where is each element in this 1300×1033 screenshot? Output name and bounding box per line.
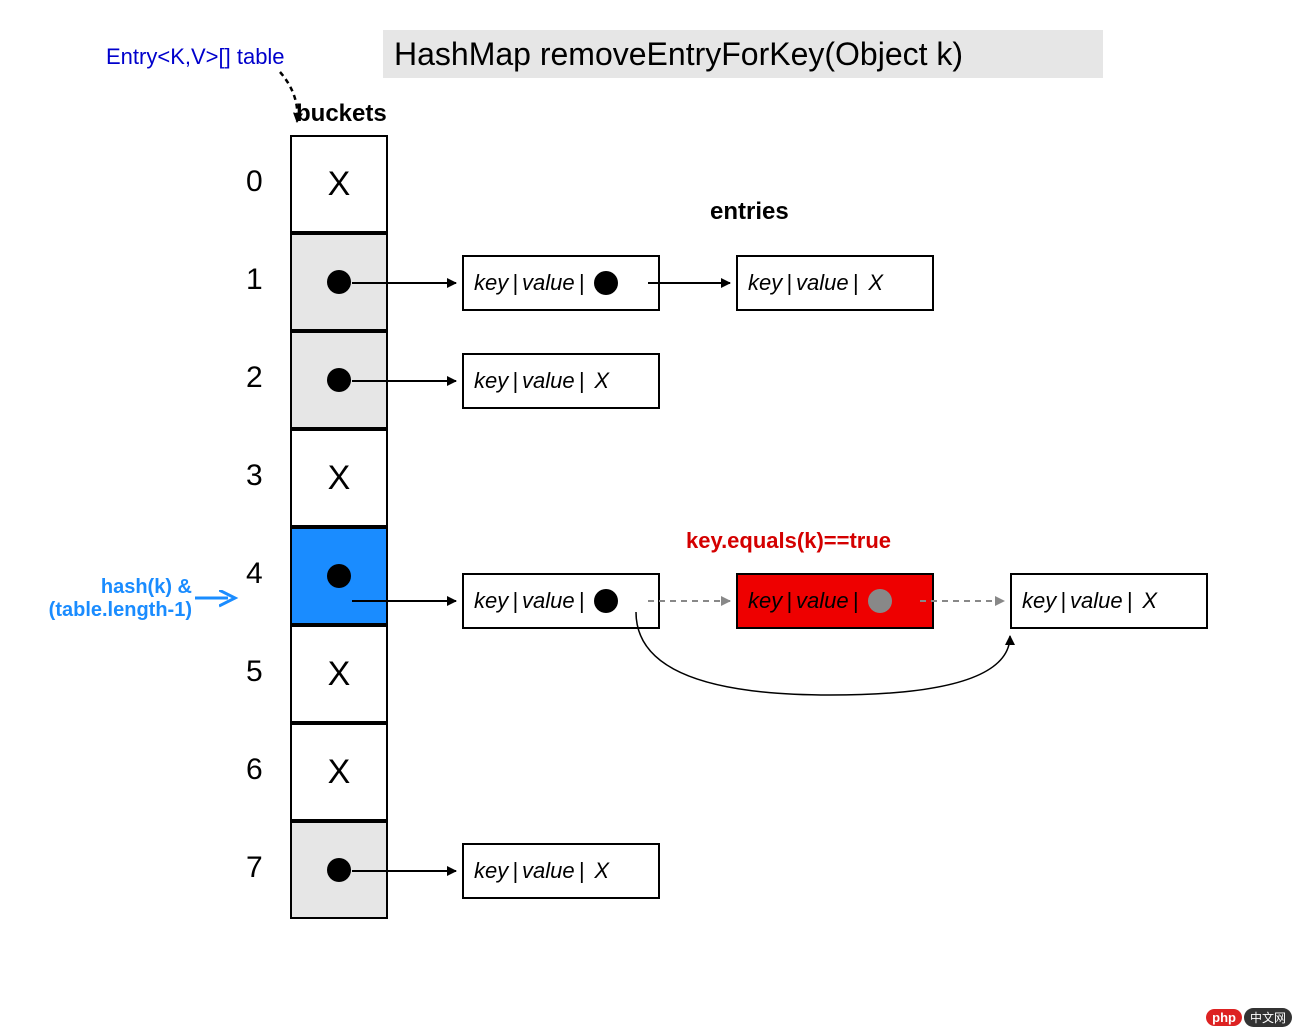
entry-node: key| value| X xyxy=(736,255,934,311)
entry-null: X xyxy=(868,270,883,296)
bucket-1 xyxy=(290,233,388,331)
entry-key: key xyxy=(474,270,508,296)
watermark-php: php xyxy=(1206,1009,1242,1026)
hash-line2: (table.length-1) xyxy=(49,599,192,621)
entry-node: key| value| xyxy=(462,255,660,311)
pointer-dot xyxy=(327,564,351,588)
next-pointer-dot xyxy=(594,271,618,295)
bucket-index-5: 5 xyxy=(246,655,263,689)
hash-formula-label: hash(k) & (table.length-1) xyxy=(42,576,192,622)
bucket-content: X xyxy=(328,753,351,792)
next-pointer-dot xyxy=(868,589,892,613)
diagram-title: HashMap removeEntryForKey(Object k) xyxy=(394,36,963,73)
bucket-index-7: 7 xyxy=(246,851,263,885)
entries-label: entries xyxy=(710,198,789,226)
bucket-6: X xyxy=(290,723,388,821)
bucket-2 xyxy=(290,331,388,429)
bucket-content: X xyxy=(328,165,351,204)
entry-key: key xyxy=(474,858,508,884)
entry-key: key xyxy=(474,368,508,394)
equals-label: key.equals(k)==true xyxy=(686,528,891,554)
bucket-index-0: 0 xyxy=(246,165,263,199)
bucket-index-6: 6 xyxy=(246,753,263,787)
bucket-content: X xyxy=(328,459,351,498)
entry-node: key| value| X xyxy=(462,353,660,409)
entry-null: X xyxy=(594,858,609,884)
bucket-index-3: 3 xyxy=(246,459,263,493)
entry-node: key| value| xyxy=(462,573,660,629)
bucket-content: X xyxy=(328,655,351,694)
entry-node: key| value| X xyxy=(462,843,660,899)
table-type-label: Entry<K,V>[] table xyxy=(106,44,285,70)
pointer-dot xyxy=(327,368,351,392)
entry-key: key xyxy=(748,270,782,296)
bucket-0: X xyxy=(290,135,388,233)
bucket-index-1: 1 xyxy=(246,263,263,297)
entry-value: value xyxy=(522,858,575,884)
bucket-index-2: 2 xyxy=(246,361,263,395)
entry-value: value xyxy=(796,588,849,614)
buckets-label: buckets xyxy=(296,100,387,128)
entry-value: value xyxy=(522,270,575,296)
entry-key: key xyxy=(748,588,782,614)
bucket-index-4: 4 xyxy=(246,557,263,591)
entry-node: key| value| X xyxy=(1010,573,1208,629)
watermark-cn: 中文网 xyxy=(1244,1008,1292,1027)
entry-null: X xyxy=(1142,588,1157,614)
entry-key: key xyxy=(1022,588,1056,614)
pointer-dot xyxy=(327,270,351,294)
entry-value: value xyxy=(1070,588,1123,614)
bucket-5: X xyxy=(290,625,388,723)
entry-node-removed: key| value| xyxy=(736,573,934,629)
bucket-7 xyxy=(290,821,388,919)
entry-value: value xyxy=(796,270,849,296)
entry-key: key xyxy=(474,588,508,614)
bucket-array: X X X X xyxy=(290,135,388,919)
pointer-dot xyxy=(327,858,351,882)
hash-line1: hash(k) & xyxy=(101,576,192,598)
bucket-3: X xyxy=(290,429,388,527)
next-pointer-dot xyxy=(594,589,618,613)
bucket-4 xyxy=(290,527,388,625)
entry-value: value xyxy=(522,368,575,394)
entry-value: value xyxy=(522,588,575,614)
entry-null: X xyxy=(594,368,609,394)
watermark: php 中文网 xyxy=(1206,1008,1292,1027)
